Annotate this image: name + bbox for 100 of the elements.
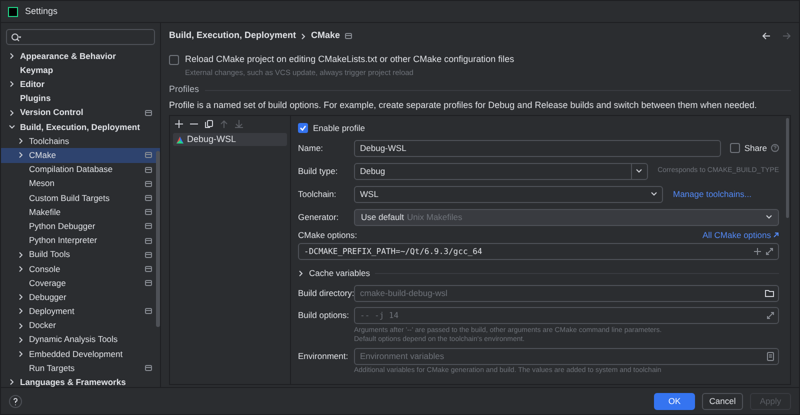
- sidebar-item-label: Toolchains: [29, 134, 70, 148]
- sidebar-item-label: CMake: [29, 149, 57, 162]
- sidebar-item-label: Meson: [29, 177, 56, 190]
- chevron-right-icon[interactable]: [298, 270, 304, 276]
- field-label: Environment:: [298, 350, 350, 362]
- help-icon[interactable]: [9, 394, 22, 408]
- sidebar-item[interactable]: Languages & Frameworks: [1, 375, 160, 390]
- field-label: CMake options:: [298, 228, 358, 242]
- breadcrumb-item[interactable]: CMake: [311, 29, 340, 43]
- chevron-right-icon: [9, 110, 15, 116]
- sidebar-item[interactable]: Compilation Database: [1, 162, 160, 177]
- field-label: Name:: [298, 142, 324, 154]
- chevron-down-icon: [636, 169, 642, 173]
- add-icon[interactable]: [754, 248, 761, 255]
- checkbox[interactable]: [298, 123, 308, 133]
- chevron-right-icon: [301, 32, 306, 40]
- ok-button[interactable]: OK: [654, 392, 695, 410]
- sidebar-item-label: Build, Execution, Deployment: [20, 120, 141, 134]
- sidebar-item[interactable]: Plugins: [1, 92, 160, 106]
- sidebar-item-label: Python Interpreter: [29, 234, 98, 247]
- sidebar-item-label: Console: [29, 262, 62, 276]
- triangle-logo-icon: [176, 136, 184, 144]
- chevron-right-icon: [18, 252, 24, 258]
- project-scope-icon: [145, 308, 152, 314]
- move-up-icon[interactable]: [220, 120, 228, 128]
- field-label: Generator:: [298, 210, 340, 224]
- project-scope-icon: [145, 180, 152, 187]
- sidebar-item[interactable]: Python Interpreter: [1, 233, 160, 248]
- move-down-icon[interactable]: [235, 120, 243, 128]
- sidebar-item[interactable]: Dynamic Analysis Tools: [1, 332, 160, 347]
- scrollbar-thumb[interactable]: [786, 118, 788, 218]
- project-scope-icon: [145, 266, 152, 272]
- sidebar-item[interactable]: Build, Execution, Deployment: [1, 120, 160, 134]
- profile-item[interactable]: Debug-WSL: [173, 133, 287, 146]
- sidebar-item[interactable]: Debugger: [1, 290, 160, 304]
- dialog-button[interactable]: Cancel: [702, 392, 743, 410]
- project-scope-icon: [145, 280, 152, 286]
- field-label: Build directory:: [298, 286, 354, 300]
- text-field[interactable]: -- -j 14: [354, 306, 779, 324]
- dropdown[interactable]: Use default Unix Makefiles: [354, 208, 779, 226]
- project-scope-icon: [145, 152, 152, 158]
- copy-icon[interactable]: [205, 120, 213, 128]
- checkbox-label: Reload CMake project on editing CMakeLists.txt or other CMake configuration files: [185, 53, 514, 66]
- text-field[interactable]: Environment variables: [354, 348, 779, 364]
- chevron-down-icon: [651, 192, 657, 196]
- sidebar-item[interactable]: Deployment: [1, 304, 160, 319]
- field-label: Build options:: [298, 308, 350, 322]
- sidebar-item-label: Run Targets: [29, 362, 76, 375]
- forward-arrow-icon[interactable]: [782, 32, 791, 40]
- external-link-icon: [773, 232, 779, 238]
- sidebar-item[interactable]: Makefile: [1, 205, 160, 220]
- manage-toolchains-link[interactable]: Manage toolchains...: [673, 188, 752, 200]
- sidebar-item[interactable]: Toolchains: [1, 134, 160, 148]
- sidebar-item-label: Python Debugger: [29, 220, 96, 233]
- folder-icon[interactable]: [765, 290, 774, 296]
- section-heading[interactable]: Cache variables: [309, 266, 370, 280]
- add-icon[interactable]: [175, 120, 183, 128]
- sidebar-item-label: Plugins: [20, 92, 52, 106]
- text-field[interactable]: cmake-build-debug-wsl: [354, 284, 779, 302]
- sidebar-item[interactable]: Version Control: [1, 106, 160, 120]
- text-field[interactable]: Debug-WSL: [354, 140, 722, 156]
- checkbox[interactable]: [730, 143, 740, 153]
- sidebar-item[interactable]: Keymap: [1, 63, 160, 78]
- expand-icon[interactable]: [767, 312, 774, 318]
- sidebar-item[interactable]: Editor: [1, 77, 160, 92]
- breadcrumb-item[interactable]: Build, Execution, Deployment: [169, 29, 296, 43]
- sidebar-item[interactable]: Meson: [1, 176, 160, 191]
- project-scope-icon: [145, 166, 152, 173]
- sidebar-item[interactable]: Run Targets: [1, 361, 160, 376]
- all-cmake-options-link[interactable]: All CMake options: [702, 228, 779, 242]
- sidebar-item[interactable]: Docker: [1, 318, 160, 333]
- sidebar-item-label: Custom Build Targets: [29, 192, 111, 204]
- sidebar-item-label: Compilation Database: [29, 163, 114, 176]
- document-icon[interactable]: [767, 352, 774, 360]
- section-heading: Profiles: [169, 83, 200, 96]
- chevron-right-icon: [18, 138, 24, 144]
- dropdown[interactable]: Debug: [354, 162, 648, 180]
- sidebar-item[interactable]: CMake: [1, 148, 160, 162]
- chevron-right-icon: [18, 294, 24, 300]
- checkbox-label: Share: [744, 142, 767, 154]
- app-logo-icon: [8, 6, 18, 16]
- scrollbar-thumb[interactable]: [156, 151, 160, 327]
- dropdown[interactable]: WSL: [354, 186, 663, 202]
- sidebar-item[interactable]: Console: [1, 262, 160, 276]
- chevron-right-icon: [18, 322, 24, 329]
- sidebar-item-label: Coverage: [29, 276, 67, 290]
- checkbox[interactable]: [169, 55, 179, 65]
- sidebar-item[interactable]: Coverage: [1, 276, 160, 290]
- sidebar-item[interactable]: Python Debugger: [1, 219, 160, 234]
- sidebar-item[interactable]: Custom Build Targets: [1, 190, 160, 206]
- search-field[interactable]: [6, 29, 155, 45]
- chevron-down-icon: [766, 215, 772, 219]
- sidebar-item[interactable]: Appearance & Behavior: [1, 49, 160, 64]
- sidebar-item[interactable]: Build Tools: [1, 248, 160, 262]
- back-arrow-icon[interactable]: [762, 32, 771, 40]
- text-field[interactable]: -DCMAKE_PREFIX_PATH=~/Qt/6.9.3/gcc_64: [298, 243, 779, 260]
- sidebar-item-label: Deployment: [29, 305, 76, 318]
- sidebar-item[interactable]: Embedded Development: [1, 346, 160, 362]
- project-scope-icon: [145, 110, 152, 116]
- expand-icon[interactable]: [766, 248, 773, 255]
